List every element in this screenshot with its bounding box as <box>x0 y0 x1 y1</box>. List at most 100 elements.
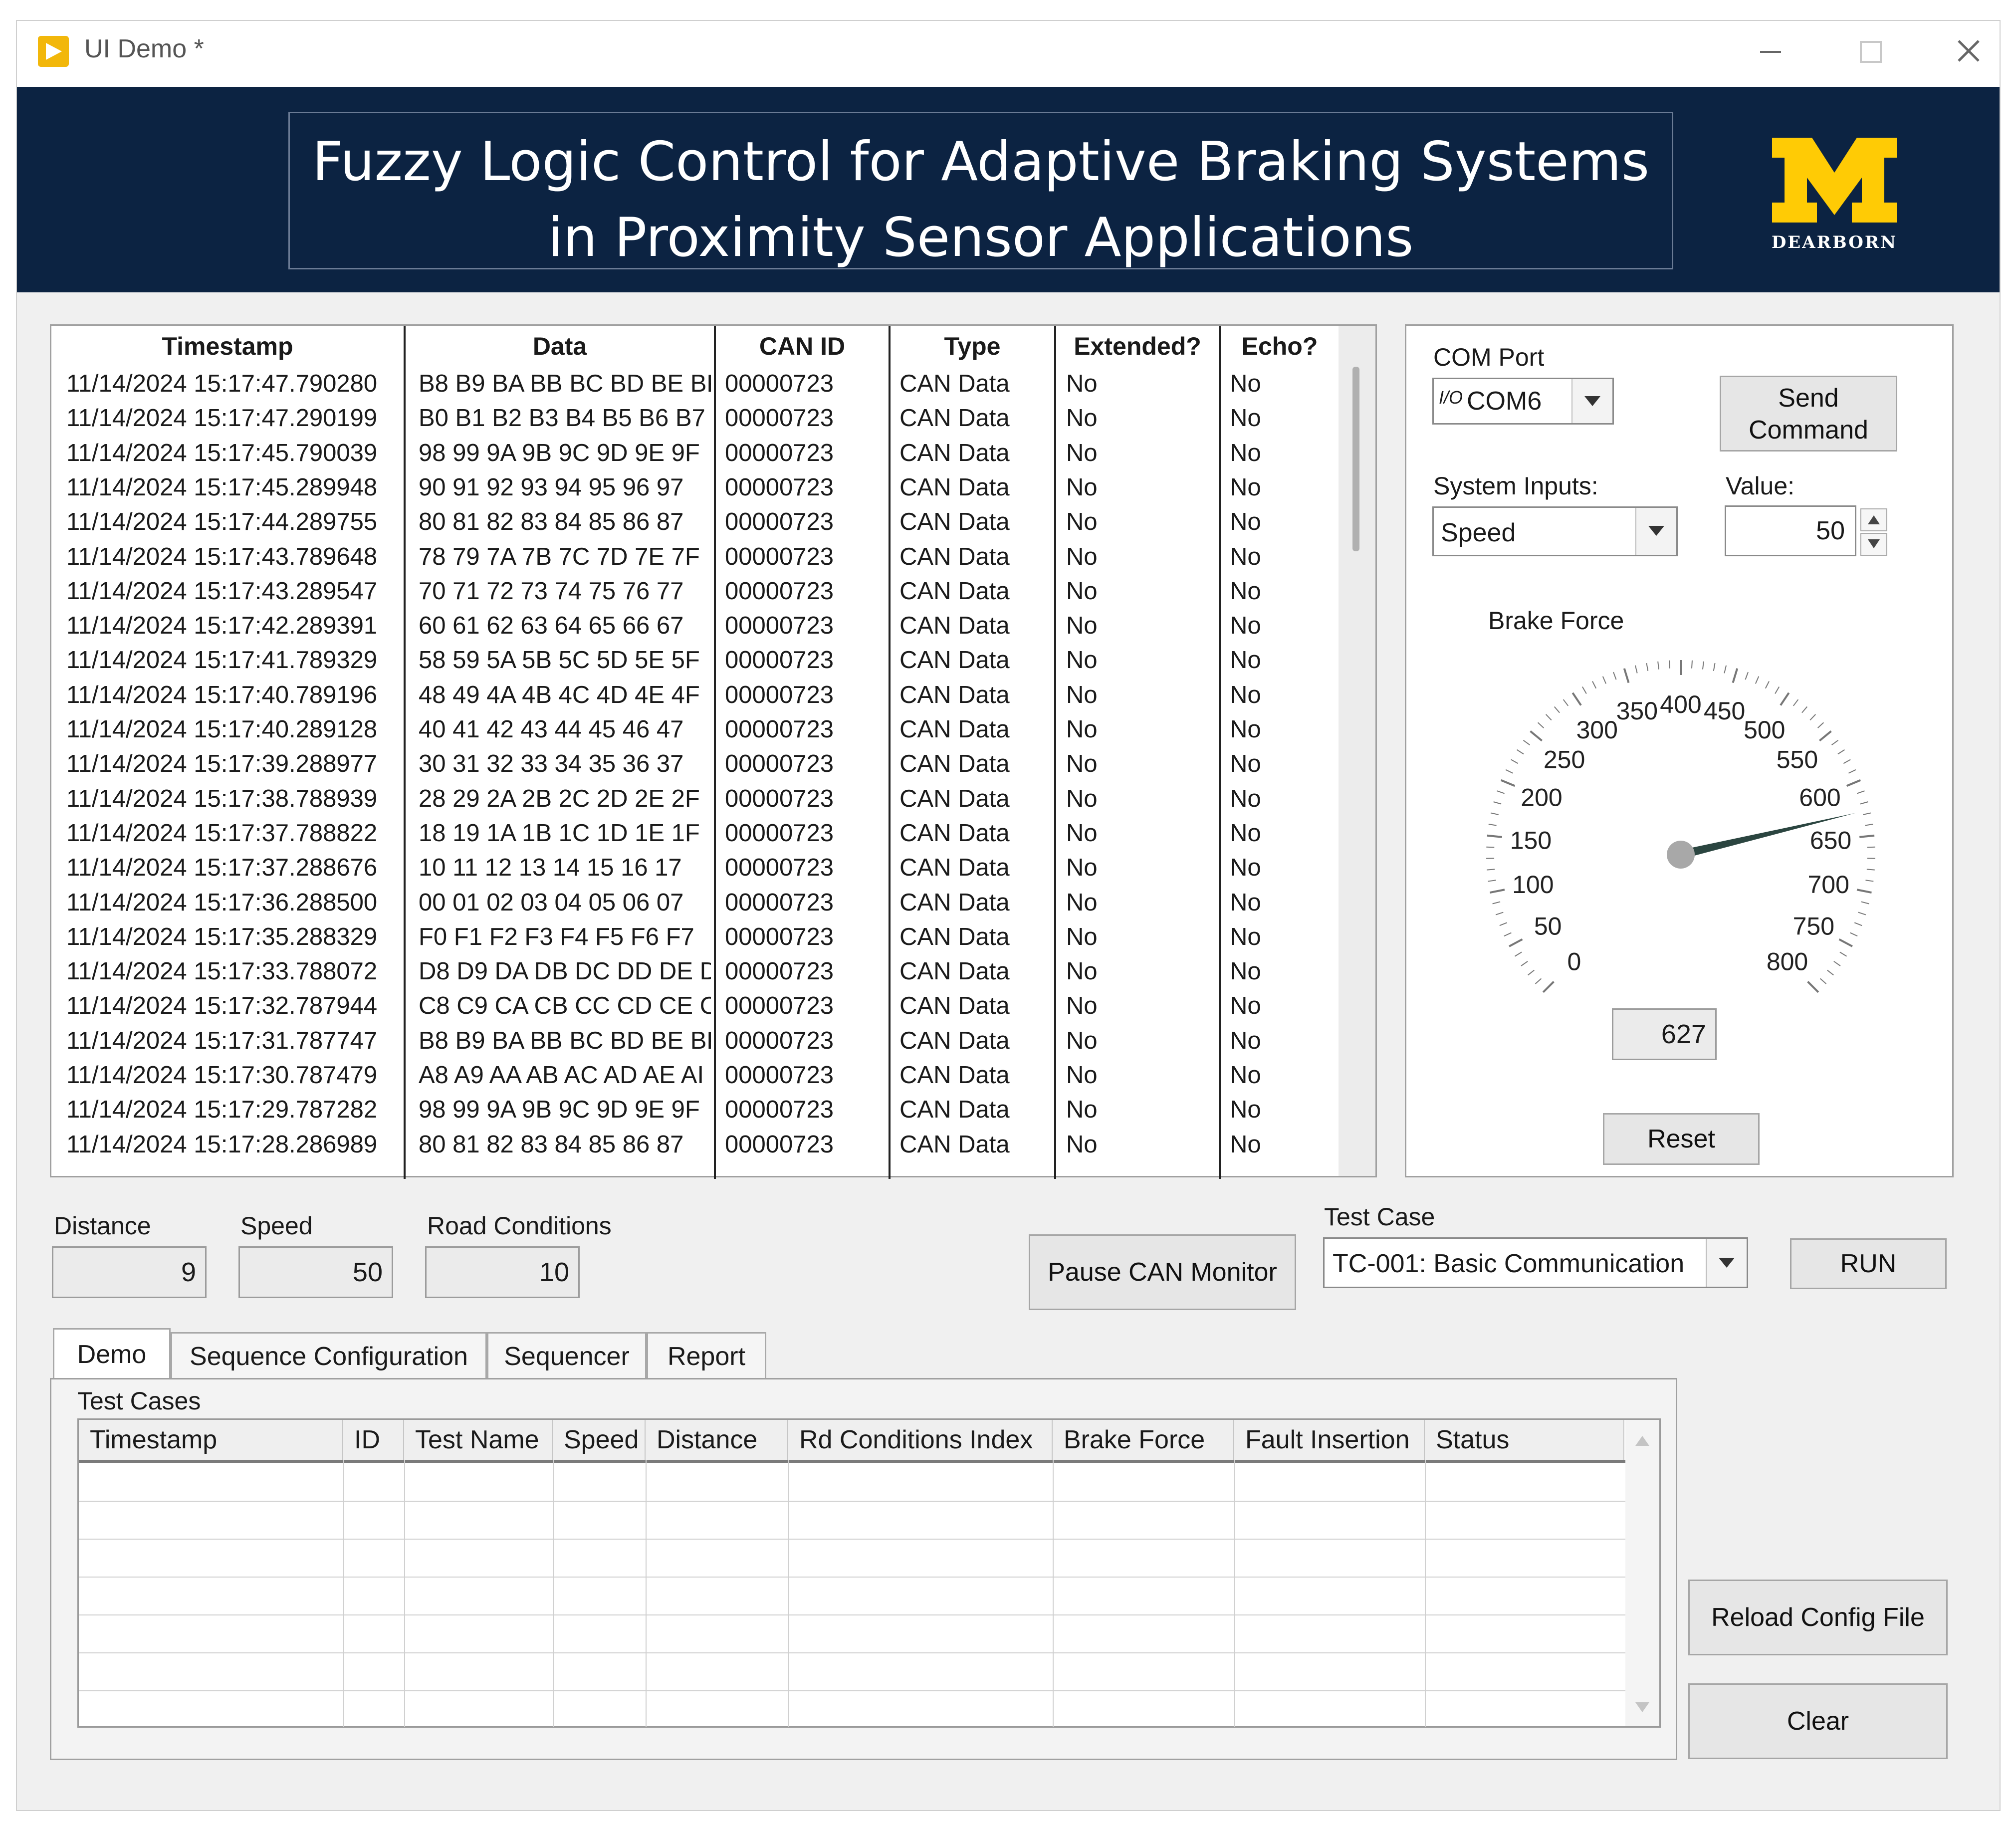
gauge-tick-label: 550 <box>1777 745 1818 773</box>
test-case-select[interactable]: TC-001: Basic Communication <box>1323 1237 1748 1288</box>
value-stepper[interactable] <box>1860 508 1887 556</box>
gauge-minor-tick <box>1713 663 1716 672</box>
pause-can-monitor-button[interactable]: Pause CAN Monitor <box>1029 1234 1296 1310</box>
send-command-button[interactable]: Send Command <box>1720 376 1897 452</box>
chevron-down-icon[interactable] <box>1571 379 1612 423</box>
col-header-timestamp[interactable]: Timestamp <box>51 326 404 367</box>
can-cell-data: 70 71 72 73 74 75 76 77 <box>419 577 684 605</box>
can-table-row[interactable]: 11/14/2024 15:17:40.289128 40 41 42 43 44… <box>51 712 1339 747</box>
can-cell-timestamp: 11/14/2024 15:17:40.789196 <box>66 681 378 708</box>
gauge-major-tick <box>1571 692 1582 706</box>
can-table-scrollbar[interactable] <box>1339 326 1375 1176</box>
run-button[interactable]: RUN <box>1790 1238 1947 1289</box>
minimize-button[interactable] <box>1748 32 1793 72</box>
gauge-major-tick <box>1490 889 1505 894</box>
col-header-extended[interactable]: Extended? <box>1056 326 1219 367</box>
project-title: Fuzzy Logic Control for Adaptive Braking… <box>290 124 1672 276</box>
can-cell-echo: No <box>1230 889 1261 916</box>
chevron-down-icon[interactable] <box>1706 1239 1747 1287</box>
gauge-minor-tick <box>1854 922 1862 926</box>
can-table-row[interactable]: 11/14/2024 15:17:35.288329 F0 F1 F2 F3 F4… <box>51 920 1339 954</box>
can-cell-extended: No <box>1066 577 1098 605</box>
test-case-value: TC-001: Basic Communication <box>1333 1249 1685 1278</box>
close-button[interactable] <box>1946 32 1991 72</box>
university-logo: DEARBORN <box>1767 133 1902 257</box>
scrollbar-thumb[interactable] <box>1352 367 1359 551</box>
can-table-row[interactable]: 11/14/2024 15:17:41.789329 58 59 5A 5B 5C… <box>51 643 1339 678</box>
can-cell-can-id: 00000723 <box>725 508 834 536</box>
can-cell-echo: No <box>1230 785 1261 812</box>
tab-report[interactable]: Report <box>647 1332 766 1379</box>
gauge-minor-tick <box>1702 661 1704 670</box>
can-cell-echo: No <box>1230 854 1261 882</box>
can-table-row[interactable]: 11/14/2024 15:17:47.290199 B0 B1 B2 B3 B4… <box>51 401 1339 436</box>
can-table-row[interactable]: 11/14/2024 15:17:31.787747 B8 B9 BA BB BC… <box>51 1024 1339 1058</box>
can-table-row[interactable]: 11/14/2024 15:17:37.288676 10 11 12 13 14… <box>51 851 1339 885</box>
gauge-major-tick <box>1530 730 1543 742</box>
can-cell-extended: No <box>1066 750 1098 778</box>
can-table-row[interactable]: 11/14/2024 15:17:45.790039 98 99 9A 9B 9C… <box>51 436 1339 470</box>
can-table-row[interactable]: 11/14/2024 15:17:47.790280 B8 B9 BA BB BC… <box>51 367 1339 401</box>
can-cell-can-id: 00000723 <box>725 370 834 397</box>
tc-scrollbar[interactable] <box>1625 1420 1659 1726</box>
col-header-data[interactable]: Data <box>406 326 714 367</box>
com-port-value: COM6 <box>1467 387 1542 416</box>
can-table-row[interactable]: 11/14/2024 15:17:36.288500 00 01 02 03 04… <box>51 886 1339 920</box>
chevron-down-icon[interactable] <box>1635 508 1676 555</box>
clear-button[interactable]: Clear <box>1688 1683 1948 1759</box>
col-header-type[interactable]: Type <box>891 326 1054 367</box>
gauge-tick-label: 650 <box>1810 826 1851 854</box>
gauge-tick-label: 0 <box>1568 948 1581 976</box>
can-table-row[interactable]: 11/14/2024 15:17:45.289948 90 91 92 93 94… <box>51 470 1339 505</box>
can-table-row[interactable]: 11/14/2024 15:17:29.787282 98 99 9A 9B 9C… <box>51 1093 1339 1127</box>
system-inputs-select[interactable]: Speed <box>1432 506 1678 556</box>
can-table-row[interactable]: 11/14/2024 15:17:44.289755 80 81 82 83 84… <box>51 505 1339 539</box>
scroll-down-icon <box>1635 1702 1649 1712</box>
can-table-row[interactable]: 11/14/2024 15:17:38.788939 28 29 2A 2B 2C… <box>51 782 1339 816</box>
reload-config-file-button[interactable]: Reload Config File <box>1688 1580 1948 1655</box>
gauge-minor-tick <box>1497 790 1505 794</box>
col-header-echo[interactable]: Echo? <box>1221 326 1339 367</box>
can-cell-extended: No <box>1066 1096 1098 1124</box>
gauge-minor-tick <box>1486 846 1495 848</box>
project-title-line2: in Proximity Sensor Applications <box>548 207 1414 269</box>
can-table-row[interactable]: 11/14/2024 15:17:28.286989 80 81 82 83 84… <box>51 1128 1339 1162</box>
gauge-tick-label: 200 <box>1521 783 1562 811</box>
can-table-row[interactable]: 11/14/2024 15:17:37.788822 18 19 1A 1B 1C… <box>51 816 1339 851</box>
com-port-select[interactable]: I/O COM6 <box>1432 378 1614 425</box>
tab-sequencer[interactable]: Sequencer <box>487 1332 647 1379</box>
can-table-row[interactable]: 11/14/2024 15:17:42.289391 60 61 62 63 64… <box>51 609 1339 643</box>
can-cell-can-id: 00000723 <box>725 1062 834 1089</box>
maximize-button[interactable] <box>1848 32 1893 72</box>
can-cell-echo: No <box>1230 923 1261 950</box>
can-table-row[interactable]: 11/14/2024 15:17:39.288977 30 31 32 33 34… <box>51 747 1339 781</box>
can-cell-echo: No <box>1230 750 1261 778</box>
reset-button[interactable]: Reset <box>1603 1113 1760 1165</box>
test-cases-table[interactable]: Timestamp ID Test Name Speed Distance Rd… <box>77 1418 1661 1728</box>
can-table-row[interactable]: 11/14/2024 15:17:33.788072 D8 D9 DA DB DC… <box>51 954 1339 989</box>
gauge-minor-tick <box>1581 686 1587 694</box>
block-m-logo-icon <box>1772 138 1897 223</box>
gauge-major-tick <box>1838 938 1853 947</box>
value-numeric-input[interactable]: 50 <box>1725 505 1856 556</box>
gauge-minor-tick <box>1745 672 1749 680</box>
gauge-minor-tick <box>1867 846 1875 848</box>
io-resource-icon: I/O <box>1439 387 1463 408</box>
gauge-minor-tick <box>1865 824 1873 826</box>
value-label: Value: <box>1726 472 1795 500</box>
can-monitor-table[interactable]: Timestamp Data CAN ID Type Extended? Ech… <box>50 324 1377 1179</box>
tab-sequence-configuration[interactable]: Sequence Configuration <box>171 1332 487 1379</box>
can-table-row[interactable]: 11/14/2024 15:17:43.289547 70 71 72 73 74… <box>51 574 1339 609</box>
gauge-minor-tick <box>1861 901 1869 905</box>
can-table-row[interactable]: 11/14/2024 15:17:43.789648 78 79 7A 7B 7C… <box>51 540 1339 574</box>
can-table-row[interactable]: 11/14/2024 15:17:30.787479 A8 A9 AA AB AC… <box>51 1058 1339 1093</box>
can-cell-echo: No <box>1230 1027 1261 1054</box>
col-header-can-id[interactable]: CAN ID <box>716 326 889 367</box>
gauge-minor-tick <box>1724 665 1727 674</box>
can-table-row[interactable]: 11/14/2024 15:17:32.787944 C8 C9 CA CB CC… <box>51 989 1339 1023</box>
can-table-row[interactable]: 11/14/2024 15:17:40.789196 48 49 4A 4B 4C… <box>51 678 1339 712</box>
tab-demo[interactable]: Demo <box>53 1328 171 1380</box>
gauge-minor-tick <box>1848 769 1856 774</box>
can-cell-can-id: 00000723 <box>725 854 834 882</box>
grid-row-line <box>79 1652 1625 1653</box>
